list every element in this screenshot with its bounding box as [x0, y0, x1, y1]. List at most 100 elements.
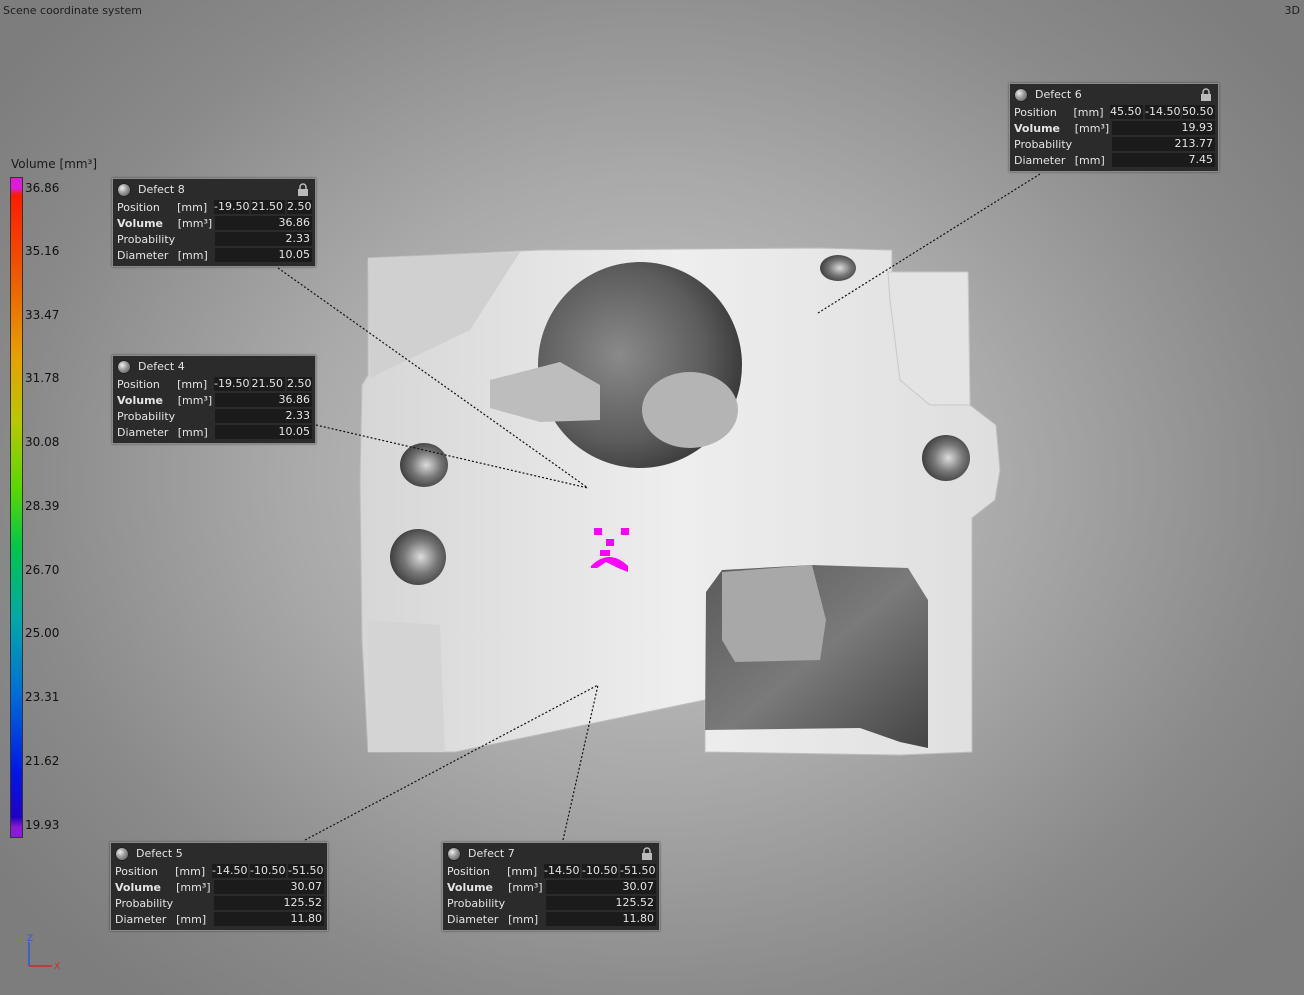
diameter-unit: [mm]	[508, 912, 539, 926]
position-y[interactable]: -10.50	[250, 864, 286, 878]
scale-tick: 31.78	[25, 371, 60, 385]
diameter-label: Diameter	[117, 425, 169, 439]
lock-icon[interactable]	[640, 847, 654, 861]
probability-value[interactable]: 125.52	[213, 896, 324, 910]
defect-title: Defect 4	[138, 360, 185, 373]
scale-title: Volume [mm³]	[11, 157, 97, 171]
diameter-unit: [mm]	[176, 912, 207, 926]
diameter-unit: [mm]	[177, 425, 208, 439]
sphere-icon	[447, 846, 461, 861]
defect-panel-6[interactable]: Defect 6 Position [mm] 45.50 -14.50 50.50 Vo…	[1009, 83, 1219, 172]
scale-tick: 36.86	[25, 181, 60, 195]
defect-panel-5[interactable]: Defect 5 Position [mm] -14.50 -10.50 -51.50 …	[110, 842, 328, 931]
defect-panel-4[interactable]: Defect 4 Position [mm] -19.50 21.50 2.50 Vol…	[112, 355, 316, 444]
sphere-icon	[117, 359, 131, 374]
ct-part-model[interactable]	[359, 247, 1001, 756]
position-x[interactable]: -19.50	[214, 377, 249, 391]
scale-tick: 25.00	[25, 626, 60, 640]
x-axis-label: X	[54, 962, 60, 972]
position-unit: [mm]	[175, 864, 206, 878]
probability-value[interactable]: 2.33	[215, 232, 313, 246]
position-unit: [mm]	[1073, 105, 1104, 119]
position-x[interactable]: 45.50	[1110, 105, 1143, 119]
volume-unit: [mm³]	[177, 393, 213, 407]
diameter-label: Diameter	[1014, 153, 1066, 167]
position-y[interactable]: -10.50	[582, 864, 618, 878]
probability-label: Probability	[117, 232, 176, 246]
diameter-value[interactable]: 10.05	[215, 425, 313, 439]
scale-tick: 35.16	[25, 244, 60, 258]
defect-title: Defect 7	[468, 847, 515, 860]
volume-unit: [mm³]	[1074, 121, 1110, 135]
position-y[interactable]: -14.50	[1145, 105, 1180, 119]
volume-unit: [mm³]	[176, 880, 211, 894]
scale-tick: 19.93	[25, 818, 60, 832]
position-x[interactable]: -19.50	[214, 200, 249, 214]
probability-label: Probability	[1014, 137, 1073, 151]
volume-value[interactable]: 36.86	[215, 216, 313, 230]
position-unit: [mm]	[177, 377, 208, 391]
volume-label: Volume	[1014, 121, 1060, 135]
position-unit: [mm]	[177, 200, 208, 214]
defect-panel-7[interactable]: Defect 7 Position [mm] -14.50 -10.50 -51.50 …	[442, 842, 660, 931]
defect-panel-8[interactable]: Defect 8 Position [mm] -19.50 21.50 2.50 Vol…	[112, 178, 316, 267]
position-label: Position	[117, 377, 160, 391]
position-z[interactable]: 2.50	[287, 377, 313, 391]
volume-value[interactable]: 30.07	[545, 880, 656, 894]
position-x[interactable]: -14.50	[544, 864, 580, 878]
position-unit: [mm]	[507, 864, 538, 878]
axis-triad: Z X	[27, 934, 60, 972]
position-x[interactable]: -14.50	[212, 864, 248, 878]
diameter-unit: [mm]	[177, 248, 208, 262]
color-scale-bar	[10, 177, 23, 838]
position-z[interactable]: 50.50	[1182, 105, 1215, 119]
position-label: Position	[447, 864, 490, 878]
defect-title: Defect 5	[136, 847, 183, 860]
volume-label: Volume	[447, 880, 493, 894]
diameter-value[interactable]: 10.05	[215, 248, 313, 262]
diameter-value[interactable]: 11.80	[213, 912, 324, 926]
position-label: Position	[115, 864, 158, 878]
diameter-label: Diameter	[117, 248, 169, 262]
position-y[interactable]: 21.50	[251, 377, 286, 391]
probability-label: Probability	[447, 896, 506, 910]
lock-icon[interactable]	[296, 183, 310, 197]
position-label: Position	[1014, 105, 1057, 119]
position-z[interactable]: -51.50	[288, 864, 324, 878]
probability-label: Probability	[115, 896, 174, 910]
scale-tick: 23.31	[25, 690, 60, 704]
scale-tick: 33.47	[25, 308, 60, 322]
scale-tick: 28.39	[25, 499, 60, 513]
diameter-label: Diameter	[447, 912, 499, 926]
volume-unit: [mm³]	[177, 216, 213, 230]
volume-unit: [mm³]	[508, 880, 543, 894]
sphere-icon	[117, 182, 131, 197]
volume-label: Volume	[117, 216, 163, 230]
volume-label: Volume	[115, 880, 161, 894]
defect-title: Defect 8	[138, 183, 185, 196]
probability-label: Probability	[117, 409, 176, 423]
probability-value[interactable]: 2.33	[215, 409, 313, 423]
position-z[interactable]: -51.50	[620, 864, 656, 878]
z-axis-label: Z	[27, 934, 33, 944]
scale-tick: 26.70	[25, 563, 60, 577]
position-y[interactable]: 21.50	[251, 200, 286, 214]
diameter-value[interactable]: 7.45	[1112, 153, 1215, 167]
volume-value[interactable]: 19.93	[1112, 121, 1215, 135]
volume-value[interactable]: 36.86	[215, 393, 313, 407]
probability-value[interactable]: 213.77	[1112, 137, 1215, 151]
lock-icon[interactable]	[1199, 88, 1213, 102]
position-z[interactable]: 2.50	[287, 200, 313, 214]
defect-title: Defect 6	[1035, 88, 1082, 101]
diameter-value[interactable]: 11.80	[545, 912, 656, 926]
sphere-icon	[1014, 87, 1028, 102]
diameter-unit: [mm]	[1074, 153, 1105, 167]
scale-tick: 30.08	[25, 435, 60, 449]
sphere-icon	[115, 846, 129, 861]
probability-value[interactable]: 125.52	[545, 896, 656, 910]
volume-value[interactable]: 30.07	[213, 880, 324, 894]
scale-tick: 21.62	[25, 754, 60, 768]
diameter-label: Diameter	[115, 912, 167, 926]
position-label: Position	[117, 200, 160, 214]
volume-label: Volume	[117, 393, 163, 407]
